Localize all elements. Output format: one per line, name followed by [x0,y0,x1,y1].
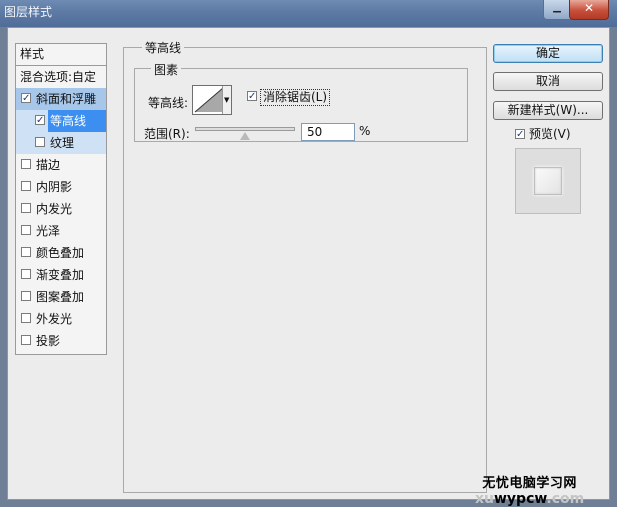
antialias-checkbox[interactable]: ✓ [247,91,257,102]
style-item[interactable]: ✓ 斜面和浮雕 [16,88,106,110]
cancel-button[interactable]: 取消 [493,72,603,91]
style-item[interactable]: 图案叠加 [16,286,106,308]
style-item-label: 纹理 [50,136,75,150]
style-item[interactable]: 投影 [16,330,106,352]
range-slider[interactable] [195,127,295,140]
style-item-label: 颜色叠加 [36,246,85,260]
range-unit: % [359,124,371,138]
contour-curve-icon [194,87,224,113]
style-item-label: 斜面和浮雕 [36,92,97,106]
checkbox-icon[interactable] [21,335,31,345]
checkbox-checked-icon[interactable]: ✓ [21,93,31,104]
style-item-label: 光泽 [36,224,61,238]
contour-dropdown-button[interactable]: ▼ [222,86,231,114]
style-item[interactable]: 内发光 [16,198,106,220]
checkbox-icon[interactable] [21,181,31,191]
blend-options-item[interactable]: 混合选项:自定 [16,66,106,88]
checkbox-icon[interactable] [21,269,31,279]
checkbox-icon[interactable] [21,313,31,323]
contour-group-title: 等高线 [142,39,185,56]
checkbox-icon[interactable] [21,159,31,169]
checkbox-icon[interactable] [21,203,31,213]
blend-options-label: 混合选项:自定 [20,70,97,84]
style-item-label: 投影 [36,334,61,348]
style-item-label: 图案叠加 [36,290,85,304]
styles-list-header: 样式 [16,44,106,66]
checkbox-checked-icon[interactable]: ✓ [35,115,45,126]
window-title: 图层样式 [4,5,53,19]
contour-settings-group: 等高线 图素 等高线: ▼ ✓ 消除锯齿(L) 范围(R): 50 % [123,39,487,493]
style-item[interactable]: 描边 [16,154,106,176]
elements-subgroup: 图素 等高线: ▼ ✓ 消除锯齿(L) 范围(R): 50 % [134,61,468,142]
style-item-label: 内发光 [36,202,73,216]
checkbox-icon[interactable] [21,247,31,257]
preview-label[interactable]: 预览(V) [529,125,571,142]
watermark-prefix: xu [475,491,494,507]
range-input[interactable]: 50 [301,123,355,141]
watermark-url: xuwypcw.com [475,491,584,507]
style-item[interactable]: 渐变叠加 [16,264,106,286]
style-item[interactable]: 内阴影 [16,176,106,198]
elements-subgroup-title: 图素 [151,61,182,78]
checkbox-checked-icon: ✓ [248,91,257,102]
style-item-label: 内阴影 [36,180,73,194]
close-button[interactable]: ✕ [569,0,609,20]
antialias-label[interactable]: 消除锯齿(L) [260,89,331,106]
watermark-title: 无忧电脑学习网 [482,476,577,491]
contour-label: 等高线: [148,96,189,110]
layer-style-dialog: 图层样式 ▁ ✕ 样式 混合选项:自定 ✓ 斜面和浮雕 ✓ 等高线 纹理 描边 内阴影 内发光… [0,0,617,507]
slider-thumb-icon[interactable] [240,132,250,140]
dropdown-arrow-icon: ▼ [224,96,230,104]
style-item[interactable]: 外发光 [16,308,106,330]
style-preview-shape [534,167,562,195]
minimize-icon: ▁ [553,2,561,13]
watermark-site: wypcw [494,491,547,507]
dialog-body: 样式 混合选项:自定 ✓ 斜面和浮雕 ✓ 等高线 纹理 描边 内阴影 内发光 光泽 颜色叠加 渐变叠… [7,27,610,507]
style-item-label: 外发光 [36,312,73,326]
contour-picker[interactable]: ▼ [192,85,232,115]
preview-checkbox[interactable]: ✓ [515,129,525,140]
style-item[interactable]: 颜色叠加 [16,242,106,264]
new-style-button[interactable]: 新建样式(W)... [493,101,603,120]
style-item-label: 等高线 [48,110,106,132]
style-item[interactable]: ✓ 等高线 [16,110,106,132]
style-item-label: 渐变叠加 [36,268,85,282]
style-item[interactable]: 光泽 [16,220,106,242]
checkbox-icon[interactable] [35,137,45,147]
style-item-label: 描边 [36,158,61,172]
checkbox-icon[interactable] [21,291,31,301]
minimize-button[interactable]: ▁ [543,0,571,20]
close-icon: ✕ [583,1,595,15]
ok-button[interactable]: 确定 [493,44,603,63]
style-preview-swatch [515,148,581,214]
title-bar: 图层样式 ▁ ✕ [0,0,617,27]
checkbox-icon[interactable] [21,225,31,235]
range-label: 范围(R): [144,127,190,141]
styles-list: 样式 混合选项:自定 ✓ 斜面和浮雕 ✓ 等高线 纹理 描边 内阴影 内发光 光泽 颜色叠加 渐变叠… [15,43,107,355]
watermark-suffix: .com [546,491,585,507]
checkbox-checked-icon: ✓ [516,129,525,140]
watermark: 无忧电脑学习网 xuwypcw.com [475,472,584,507]
style-item[interactable]: 纹理 [16,132,106,154]
